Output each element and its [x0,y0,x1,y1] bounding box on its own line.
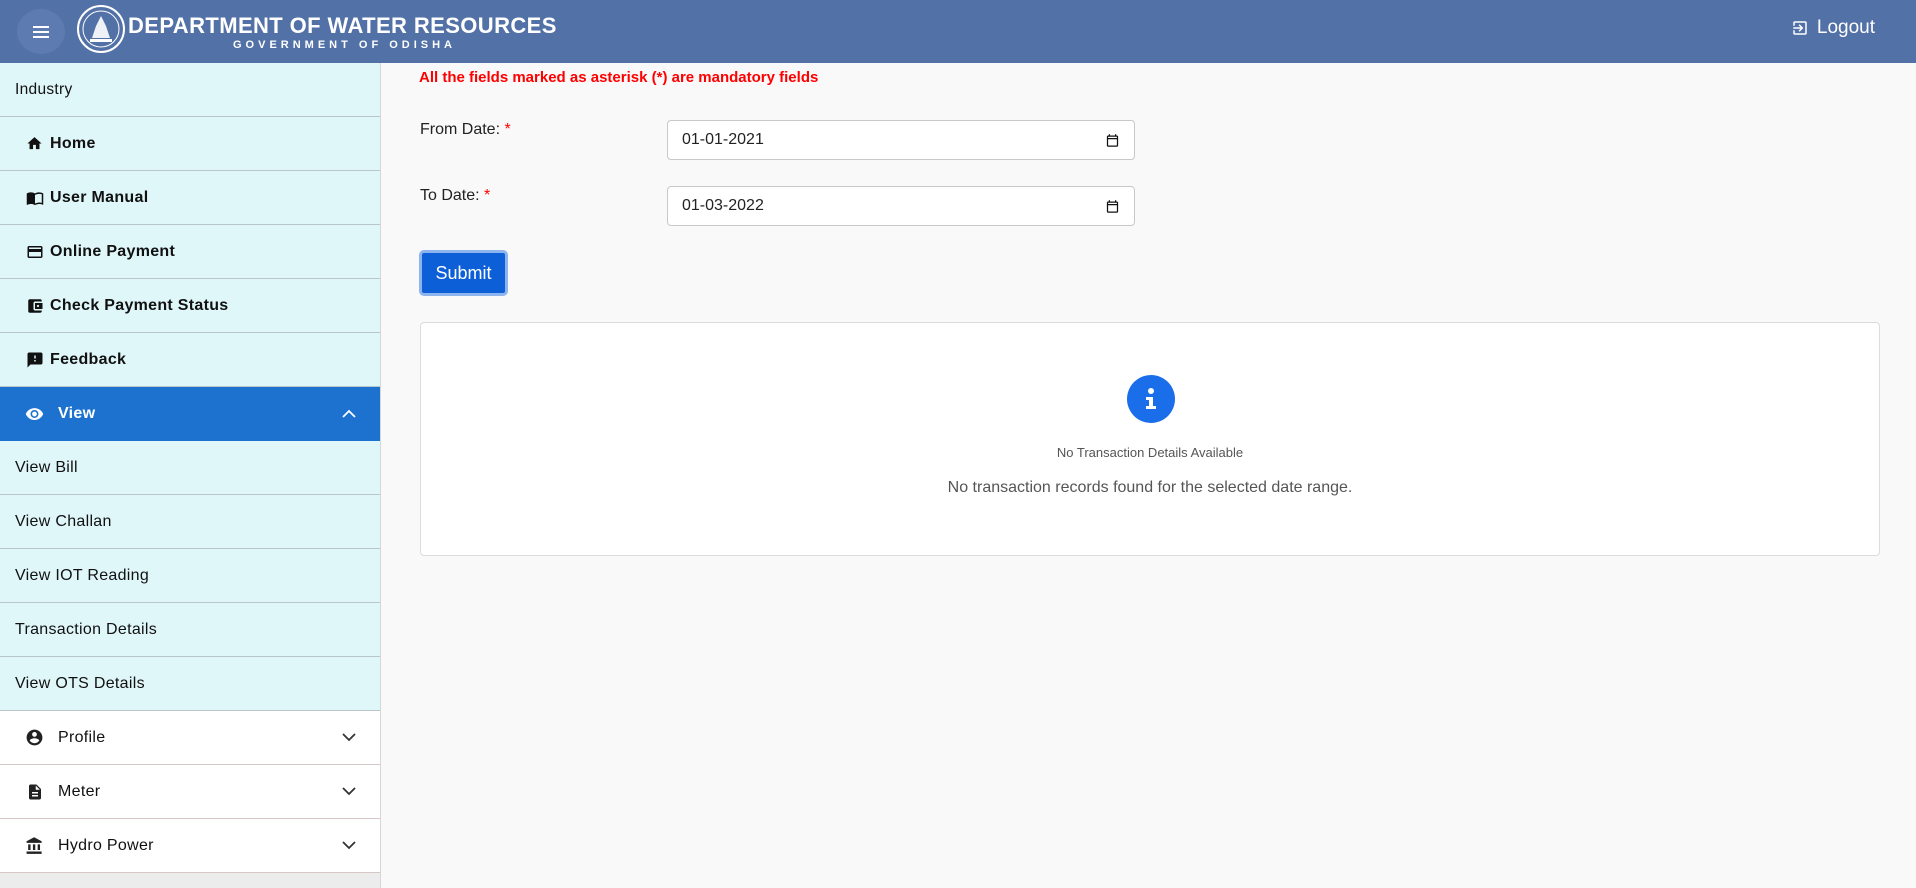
from-date-value: 01-01-2021 [682,131,764,148]
home-icon [25,134,44,153]
sidebar-group-label: Hydro Power [58,836,154,854]
odisha-emblem-logo [77,5,125,53]
sidebar-subitem-label: View IOT Reading [15,566,150,584]
submit-button[interactable]: Submit [419,250,508,296]
eye-icon [25,404,44,423]
chevron-down-icon [342,787,356,796]
app-header: DEPARTMENT OF WATER RESOURCES GOVERNMENT… [0,0,1916,63]
to-date-label: To Date: * [420,187,490,205]
sidebar-group-label: Meter [58,782,101,800]
to-date-value: 01-03-2022 [682,197,764,214]
empty-state-title: No Transaction Details Available [1056,445,1244,460]
from-date-input[interactable]: 01-01-2021 [667,120,1135,160]
bank-icon [25,836,44,855]
wallet-icon [25,296,44,315]
sidebar-item-check-payment-status[interactable]: Check Payment Status [0,279,380,333]
required-asterisk: * [504,121,511,138]
logout-label: Logout [1816,17,1875,38]
sidebar-group-view[interactable]: View [0,387,380,441]
book-icon [25,188,44,207]
sidebar-item-label: User Manual [50,188,149,206]
chevron-down-icon [342,841,356,850]
sidebar-section-label: Industry [15,80,73,98]
sidebar-subitem-label: View Challan [15,512,112,530]
sidebar-subitem-view-bill[interactable]: View Bill [0,441,380,495]
from-date-label-text: From Date: [420,121,501,138]
calendar-icon[interactable] [1105,199,1120,214]
logout-button[interactable]: Logout [1791,17,1875,39]
to-date-label-text: To Date: [420,187,480,204]
sidebar-item-online-payment[interactable]: Online Payment [0,225,380,279]
to-date-input[interactable]: 01-03-2022 [667,186,1135,226]
sidebar-item-label: Home [50,134,96,152]
sidebar-group-profile[interactable]: Profile [0,711,380,765]
sidebar: Industry Home User Manual Online Payment… [0,63,381,888]
sidebar-group-label: Profile [58,728,106,746]
sidebar-item-label: Feedback [50,350,127,368]
empty-state-message: No transaction records found for the sel… [947,479,1353,496]
mandatory-note: All the fields marked as asterisk (*) ar… [419,69,819,86]
sidebar-group-label: View [58,404,96,422]
chevron-up-icon [342,409,356,418]
sidebar-item-home[interactable]: Home [0,117,380,171]
sidebar-item-label: Check Payment Status [50,296,229,314]
from-date-label: From Date: * [420,121,511,139]
sidebar-group-hydro-power[interactable]: Hydro Power [0,819,380,873]
account-circle-icon [25,728,44,747]
info-icon [1127,375,1175,423]
sidebar-subitem-label: Transaction Details [15,620,158,638]
document-icon [25,782,44,801]
logout-icon [1793,21,1807,35]
sidebar-subitem-view-iot-reading[interactable]: View IOT Reading [0,549,380,603]
credit-card-icon [25,242,44,261]
sidebar-section-industry[interactable]: Industry [0,63,380,117]
menu-button[interactable] [17,9,65,54]
feedback-icon [25,350,44,369]
chevron-down-icon [342,733,356,742]
empty-state-card: No Transaction Details Available No tran… [420,322,1880,556]
department-title: DEPARTMENT OF WATER RESOURCES [128,13,557,38]
sidebar-subitem-label: View Bill [15,458,78,476]
sidebar-subitem-view-ots-details[interactable]: View OTS Details [0,657,380,711]
main-content: All the fields marked as asterisk (*) ar… [382,63,1916,888]
sidebar-subitem-label: View OTS Details [15,674,145,692]
hamburger-icon [33,25,49,38]
sidebar-subitem-view-challan[interactable]: View Challan [0,495,380,549]
sidebar-subitem-transaction-details[interactable]: Transaction Details [0,603,380,657]
sidebar-item-label: Online Payment [50,242,176,260]
calendar-icon[interactable] [1105,133,1120,148]
sidebar-group-meter[interactable]: Meter [0,765,380,819]
required-asterisk: * [484,187,491,204]
sidebar-item-feedback[interactable]: Feedback [0,333,380,387]
department-subtitle: GOVERNMENT OF ODISHA [233,39,457,51]
sidebar-item-user-manual[interactable]: User Manual [0,171,380,225]
